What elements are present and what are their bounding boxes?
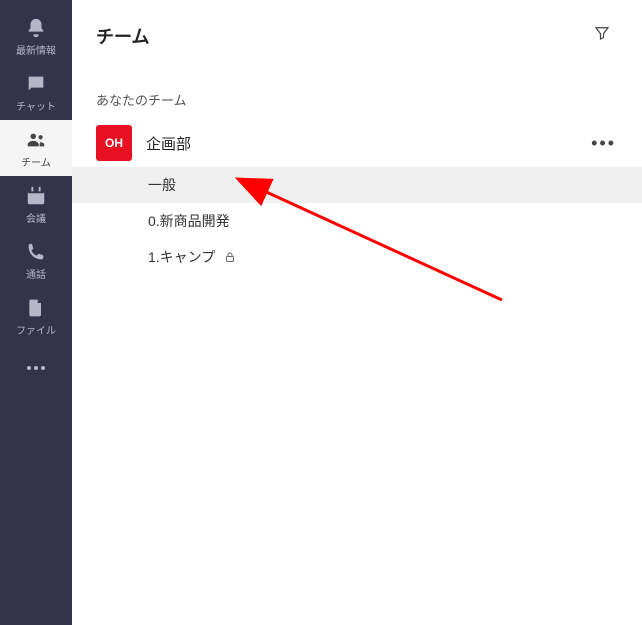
sidebar-item-label: チャット [16, 98, 56, 113]
sidebar-item-label: 通話 [26, 266, 46, 281]
sidebar-item-meetings[interactable]: 会議 [0, 176, 72, 232]
main-panel: チーム あなたのチーム OH 企画部 ••• 一般 0.新商品開発 1.キャンプ [72, 0, 642, 625]
sidebar-item-chat[interactable]: チャット [0, 64, 72, 120]
team-row[interactable]: OH 企画部 ••• [72, 119, 642, 167]
team-avatar: OH [96, 125, 132, 161]
filter-button[interactable] [586, 20, 618, 52]
chat-icon [24, 72, 48, 96]
channel-item[interactable]: 0.新商品開発 [72, 203, 642, 239]
channel-list: 一般 0.新商品開発 1.キャンプ [72, 167, 642, 275]
sidebar-item-files[interactable]: ファイル [0, 288, 72, 344]
sidebar-item-label: ファイル [16, 322, 56, 337]
team-name: 企画部 [146, 133, 571, 154]
panel-header: チーム [72, 0, 642, 72]
ellipsis-icon: ••• [591, 133, 616, 153]
sidebar-item-teams[interactable]: チーム [0, 120, 72, 176]
sidebar-item-label: 最新情報 [16, 42, 56, 57]
bell-icon [24, 16, 48, 40]
channel-item[interactable]: 一般 [72, 167, 642, 203]
section-label: あなたのチーム [72, 72, 642, 119]
team-more-button[interactable]: ••• [585, 129, 622, 158]
phone-icon [24, 240, 48, 264]
ellipsis-icon [25, 359, 47, 377]
filter-icon [593, 24, 611, 47]
calendar-icon [24, 184, 48, 208]
teams-icon [24, 128, 48, 152]
sidebar-item-label: チーム [21, 154, 51, 169]
channel-item[interactable]: 1.キャンプ [72, 239, 642, 275]
channel-name: 1.キャンプ [148, 247, 215, 267]
file-icon [24, 296, 48, 320]
sidebar-item-calls[interactable]: 通話 [0, 232, 72, 288]
lock-icon [223, 250, 237, 264]
sidebar-item-label: 会議 [26, 210, 46, 225]
page-title: チーム [96, 23, 149, 49]
channel-name: 一般 [148, 175, 176, 195]
channel-name: 0.新商品開発 [148, 211, 230, 231]
sidebar-more-button[interactable] [0, 344, 72, 392]
sidebar-item-activity[interactable]: 最新情報 [0, 8, 72, 64]
app-sidebar: 最新情報 チャット チーム 会議 通話 ファイル [0, 0, 72, 625]
